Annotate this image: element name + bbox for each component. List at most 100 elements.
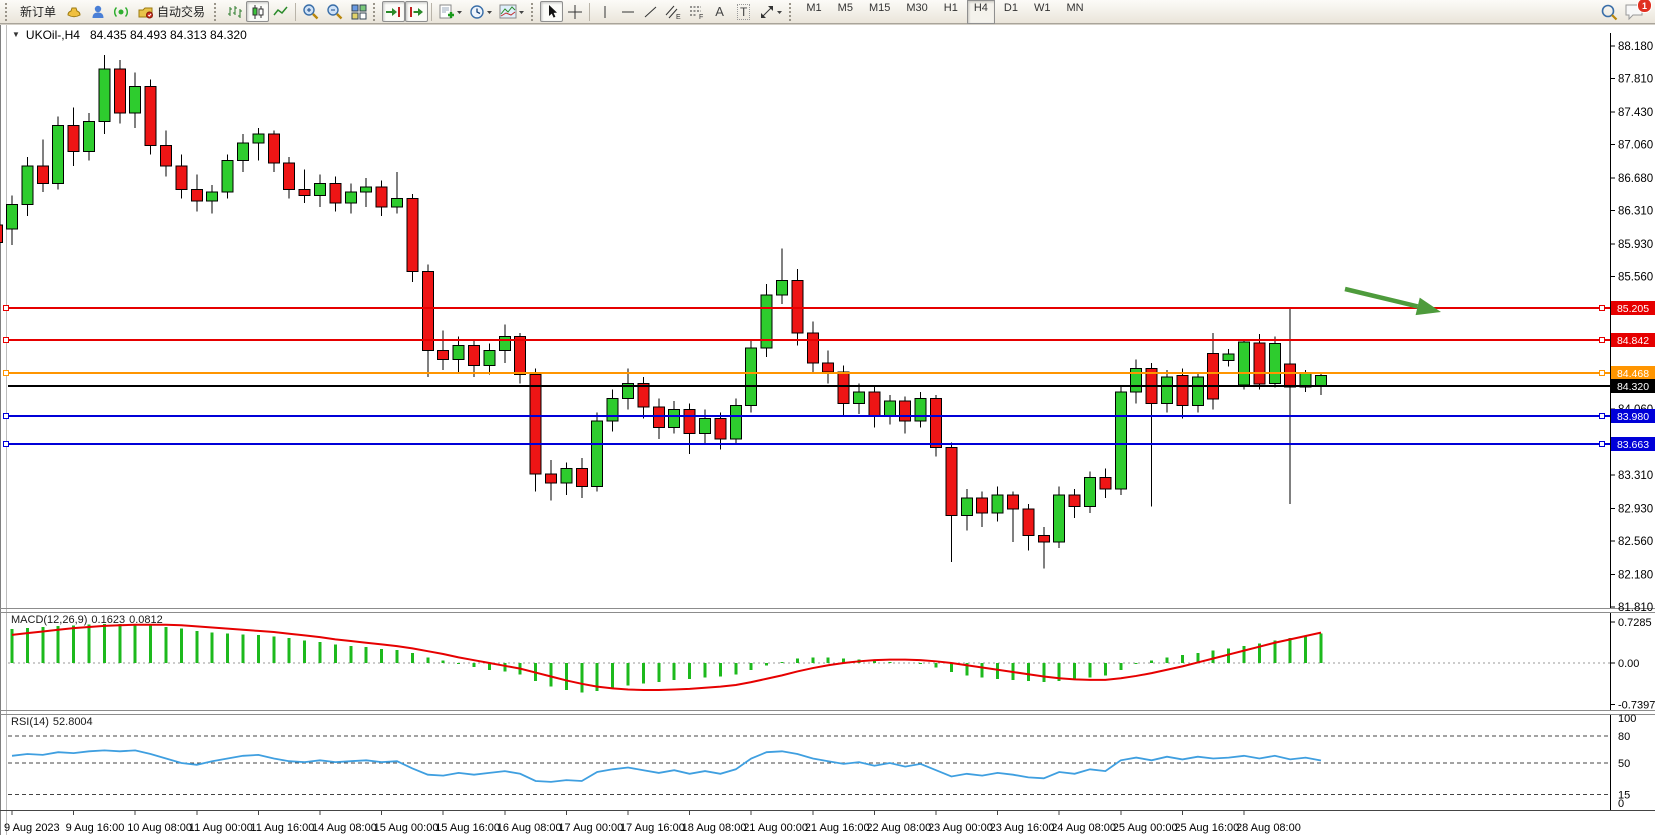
new-order-button[interactable]: 新订单 bbox=[14, 1, 62, 22]
chart-window: ▼ UKOil-,H4 84.435 84.493 84.313 84.320 … bbox=[0, 25, 1655, 835]
text-tool-icon: A bbox=[715, 4, 724, 19]
candle-body bbox=[1023, 509, 1034, 535]
candle-body bbox=[1192, 377, 1203, 405]
candle-body bbox=[407, 198, 418, 271]
toolbar-grip[interactable] bbox=[373, 3, 379, 21]
cursor-icon bbox=[544, 4, 560, 20]
toolbar-grip[interactable] bbox=[531, 3, 537, 21]
candle-body bbox=[37, 166, 48, 184]
macd-signal-value: 0.0812 bbox=[129, 614, 163, 626]
notifications-button[interactable]: 1 bbox=[1621, 1, 1647, 22]
toolbar: 新订单 自动交易 E F A T M1 bbox=[0, 0, 1655, 24]
timeframe-h4-button[interactable]: H4 bbox=[967, 0, 995, 24]
timeframe-m5-button[interactable]: M5 bbox=[831, 0, 860, 24]
crosshair-tool-button[interactable] bbox=[563, 1, 586, 22]
search-button[interactable] bbox=[1597, 1, 1621, 22]
candle-body bbox=[576, 469, 587, 487]
zoom-in-button[interactable] bbox=[299, 1, 323, 22]
trendline-tool-button[interactable] bbox=[639, 1, 662, 22]
candle-body bbox=[1085, 478, 1096, 507]
candle-body bbox=[191, 190, 202, 201]
hline-84.842[interactable]: 84.842 bbox=[4, 333, 1655, 347]
add-indicator-button[interactable] bbox=[435, 1, 466, 22]
cursor-tool-button[interactable] bbox=[540, 1, 563, 22]
candle-body bbox=[715, 419, 726, 439]
toolbar-grip[interactable] bbox=[789, 3, 795, 21]
svg-text:100: 100 bbox=[1618, 713, 1636, 725]
candle-body bbox=[345, 192, 356, 203]
bar-chart-type-button[interactable] bbox=[223, 1, 246, 22]
auto-scroll-button[interactable] bbox=[382, 1, 405, 22]
candle-body bbox=[422, 271, 433, 350]
rsi-line bbox=[12, 750, 1321, 782]
candles-layer[interactable] bbox=[0, 55, 1327, 568]
template-button[interactable] bbox=[496, 1, 528, 22]
horizontal-line-tool-button[interactable] bbox=[616, 1, 639, 22]
rsi-panel[interactable]: 1008050150 bbox=[8, 713, 1636, 810]
periods-button[interactable] bbox=[466, 1, 496, 22]
timeframe-m1-button[interactable]: M1 bbox=[799, 0, 828, 24]
svg-text:21 Aug 00:00: 21 Aug 00:00 bbox=[743, 822, 808, 834]
candle-body bbox=[315, 183, 326, 195]
panel-separators[interactable] bbox=[0, 609, 1655, 811]
chart-shift-button[interactable] bbox=[405, 1, 428, 22]
hline-83.980[interactable]: 83.980 bbox=[4, 409, 1655, 423]
svg-text:18 Aug 08:00: 18 Aug 08:00 bbox=[682, 822, 747, 834]
fibonacci-tool-button[interactable]: F bbox=[685, 1, 708, 22]
gold-ingot-icon[interactable] bbox=[62, 1, 86, 22]
candle-body bbox=[68, 125, 79, 151]
candle-body bbox=[777, 280, 788, 295]
toolbar-separator bbox=[295, 3, 296, 21]
text-tool-button[interactable]: A bbox=[708, 1, 731, 22]
auto-trading-button[interactable]: 自动交易 bbox=[132, 1, 211, 22]
line-chart-type-button[interactable] bbox=[269, 1, 292, 22]
mt4-app: 新订单 自动交易 E F A T M1 bbox=[0, 0, 1655, 835]
toolbar-grip[interactable] bbox=[214, 3, 220, 21]
timeframe-m15-button[interactable]: M15 bbox=[862, 0, 897, 24]
candle-body bbox=[361, 187, 372, 192]
candlestick-chart-type-button[interactable] bbox=[246, 1, 269, 22]
label-tool-button[interactable]: T bbox=[731, 1, 756, 22]
equidistant-channel-tool-button[interactable]: E bbox=[662, 1, 685, 22]
window-menu-icon[interactable]: ▼ bbox=[12, 30, 20, 39]
tile-windows-button[interactable] bbox=[347, 1, 370, 22]
candle-body bbox=[1038, 536, 1049, 542]
svg-text:84.842: 84.842 bbox=[1617, 335, 1649, 347]
trend-arrow[interactable] bbox=[1345, 289, 1441, 315]
svg-text:9 Aug 2023: 9 Aug 2023 bbox=[4, 822, 60, 834]
price-axis[interactable]: 88.18087.81087.43087.06086.68086.31085.9… bbox=[1610, 41, 1653, 614]
macd-indicator-label: MACD(12,26,9)0.16230.0812 bbox=[11, 614, 167, 626]
svg-text:-0.7397: -0.7397 bbox=[1618, 700, 1655, 712]
svg-text:83.310: 83.310 bbox=[1618, 470, 1653, 482]
timeframe-h1-button[interactable]: H1 bbox=[937, 0, 965, 24]
macd-main-value: 0.1623 bbox=[91, 614, 125, 626]
timeframe-w1-button[interactable]: W1 bbox=[1027, 0, 1058, 24]
time-axis[interactable]: 9 Aug 20239 Aug 16:0010 Aug 08:0011 Aug … bbox=[4, 810, 1301, 834]
vertical-line-tool-button[interactable] bbox=[593, 1, 616, 22]
svg-text:86.680: 86.680 bbox=[1618, 173, 1653, 185]
svg-text:85.930: 85.930 bbox=[1618, 239, 1653, 251]
candle-body bbox=[392, 198, 403, 207]
signal-icon[interactable] bbox=[109, 1, 132, 22]
hline-84.320[interactable]: 84.320 bbox=[8, 379, 1655, 393]
zoom-out-button[interactable] bbox=[323, 1, 347, 22]
candle-body bbox=[838, 372, 849, 404]
candle-body bbox=[823, 363, 834, 372]
candle-body bbox=[0, 225, 3, 243]
candle-body bbox=[1316, 375, 1327, 386]
hline-83.663[interactable]: 83.663 bbox=[4, 437, 1655, 451]
toolbar-grip[interactable] bbox=[5, 3, 11, 21]
candle-body bbox=[515, 337, 526, 375]
candlestick-chart[interactable]: 88.18087.81087.43087.06086.68086.31085.9… bbox=[0, 25, 1655, 835]
candle-body bbox=[1269, 344, 1280, 384]
line-handle bbox=[4, 413, 9, 418]
candle-body bbox=[207, 192, 218, 201]
community-user-icon[interactable] bbox=[86, 1, 109, 22]
arrows-tool-button[interactable] bbox=[756, 1, 786, 22]
rsi-indicator-label: RSI(14)52.8004 bbox=[11, 716, 97, 728]
timeframe-m30-button[interactable]: M30 bbox=[899, 0, 934, 24]
svg-text:21 Aug 16:00: 21 Aug 16:00 bbox=[805, 822, 870, 834]
macd-panel[interactable]: 0.72850.00-0.7397 bbox=[8, 617, 1655, 712]
timeframe-mn-button[interactable]: MN bbox=[1059, 0, 1090, 24]
timeframe-d1-button[interactable]: D1 bbox=[997, 0, 1025, 24]
